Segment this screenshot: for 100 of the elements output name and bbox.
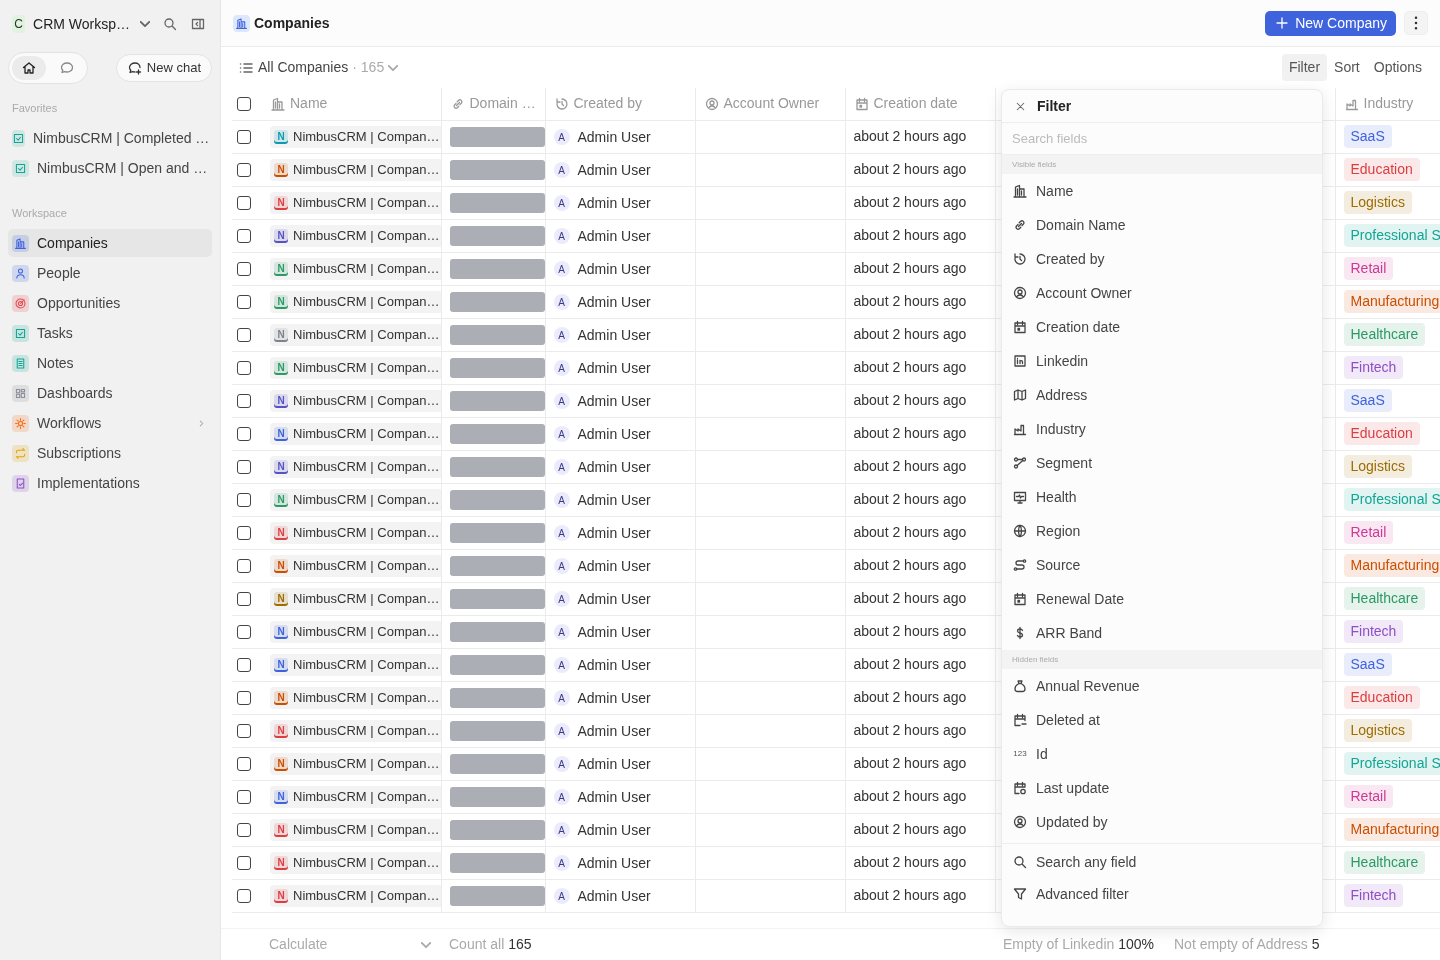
company-avatar: N (274, 360, 288, 375)
checkbox[interactable] (237, 492, 251, 507)
company-chip[interactable]: N NimbusCRM | Compan… (270, 753, 440, 775)
filter-action[interactable]: Search any field (1002, 846, 1322, 878)
new-company-button[interactable]: New Company (1265, 10, 1396, 36)
checkbox[interactable] (237, 393, 251, 408)
company-chip[interactable]: N NimbusCRM | Compan… (270, 291, 440, 313)
company-chip[interactable]: N NimbusCRM | Compan… (270, 489, 440, 511)
checkbox[interactable] (237, 525, 251, 540)
more-button[interactable] (1404, 11, 1428, 35)
field-option[interactable]: Created by (1002, 242, 1322, 276)
checkbox[interactable] (237, 129, 251, 144)
company-chip[interactable]: N NimbusCRM | Compan… (270, 324, 440, 346)
table-cell-text: Admin User (577, 886, 651, 906)
workspace-dropdown[interactable] (138, 19, 152, 29)
nav-item[interactable]: Tasks (8, 319, 212, 347)
company-chip[interactable]: N NimbusCRM | Compan… (270, 852, 440, 874)
checkbox[interactable] (237, 162, 251, 177)
field-option[interactable]: Region (1002, 514, 1322, 548)
field-option[interactable]: ARR Band (1002, 616, 1322, 650)
company-chip[interactable]: N NimbusCRM | Compan… (270, 885, 440, 907)
table-cell-text: Admin User (577, 259, 651, 279)
field-option[interactable]: Name (1002, 174, 1322, 208)
checkbox[interactable] (237, 723, 251, 738)
company-chip[interactable]: N NimbusCRM | Compan… (270, 720, 440, 742)
company-avatar: N (274, 459, 288, 474)
table-cell: about 2 hours ago (853, 491, 967, 507)
company-chip[interactable]: N NimbusCRM | Compan… (270, 588, 440, 610)
checkbox[interactable] (237, 558, 251, 573)
field-option[interactable]: Annual Revenue (1002, 669, 1322, 703)
company-chip[interactable]: N NimbusCRM | Compan… (270, 687, 440, 709)
company-chip[interactable]: N NimbusCRM | Compan… (270, 225, 440, 247)
company-chip[interactable]: N NimbusCRM | Compan… (270, 456, 440, 478)
company-chip[interactable]: N NimbusCRM | Compan… (270, 258, 440, 280)
field-option[interactable]: Deleted at (1002, 703, 1322, 737)
checkbox[interactable] (237, 261, 251, 276)
company-chip[interactable]: N NimbusCRM | Compan… (270, 786, 440, 808)
view-action-button[interactable]: Filter (1281, 54, 1328, 81)
field-option[interactable]: Account Owner (1002, 276, 1322, 310)
nav-item[interactable]: Opportunities (8, 289, 212, 317)
checkbox[interactable] (237, 96, 251, 111)
field-option[interactable]: Source (1002, 548, 1322, 582)
company-chip[interactable]: N NimbusCRM | Compan… (270, 621, 440, 643)
nav-item[interactable]: Dashboards (8, 379, 212, 407)
checkbox[interactable] (237, 228, 251, 243)
checkbox[interactable] (237, 327, 251, 342)
field-option[interactable]: Renewal Date (1002, 582, 1322, 616)
checkbox[interactable] (237, 426, 251, 441)
field-option[interactable]: Segment (1002, 446, 1322, 480)
home-tab[interactable] (12, 56, 46, 80)
favorite-item[interactable]: NimbusCRM | Completed … (8, 124, 212, 153)
checkbox[interactable] (237, 360, 251, 375)
company-chip[interactable]: N NimbusCRM | Compan… (270, 423, 440, 445)
field-option[interactable]: Health (1002, 480, 1322, 514)
checkbox[interactable] (237, 657, 251, 672)
view-action-button[interactable]: Sort (1327, 54, 1367, 81)
checkbox[interactable] (237, 459, 251, 474)
nav-item[interactable]: Implementations (8, 469, 212, 497)
field-option[interactable]: Industry (1002, 412, 1322, 446)
favorite-item[interactable]: NimbusCRM | Open and … (8, 154, 212, 183)
field-option[interactable]: Domain Name (1002, 208, 1322, 242)
company-chip[interactable]: N NimbusCRM | Compan… (270, 654, 440, 676)
company-chip[interactable]: N NimbusCRM | Compan… (270, 126, 440, 148)
nav-item[interactable]: Workflows (8, 409, 212, 437)
field-option[interactable]: 123 Id (1002, 737, 1322, 771)
field-option[interactable]: Last update (1002, 771, 1322, 805)
field-option[interactable]: Linkedin (1002, 344, 1322, 378)
company-chip[interactable]: N NimbusCRM | Compan… (270, 555, 440, 577)
checkbox[interactable] (237, 855, 251, 870)
view-action-button[interactable]: Options (1366, 54, 1429, 81)
company-avatar: N (274, 195, 288, 210)
industry-tag: Education (1343, 686, 1420, 709)
nav-item[interactable]: Subscriptions (8, 439, 212, 467)
checkbox[interactable] (237, 822, 251, 837)
checkbox[interactable] (237, 294, 251, 309)
company-chip[interactable]: N NimbusCRM | Compan… (270, 159, 440, 181)
new-chat-button[interactable]: New chat (115, 54, 212, 82)
company-chip[interactable]: N NimbusCRM | Compan… (270, 357, 440, 379)
field-option[interactable]: Creation date (1002, 310, 1322, 344)
view-selector[interactable]: All Companies · 165 (258, 57, 399, 78)
checkbox[interactable] (237, 624, 251, 639)
nav-item[interactable]: People (8, 259, 212, 287)
company-chip[interactable]: N NimbusCRM | Compan… (270, 819, 440, 841)
checkbox[interactable] (237, 591, 251, 606)
industry-tag: Fintech (1343, 620, 1404, 643)
checkbox[interactable] (237, 756, 251, 771)
table-cell: about 2 hours ago (853, 128, 967, 144)
company-chip[interactable]: N NimbusCRM | Compan… (270, 192, 440, 214)
checkbox[interactable] (237, 195, 251, 210)
company-chip[interactable]: N NimbusCRM | Compan… (270, 522, 440, 544)
nav-item[interactable]: Notes (8, 349, 212, 377)
checkbox[interactable] (237, 690, 251, 705)
field-option[interactable]: Address (1002, 378, 1322, 412)
filter-action[interactable]: Advanced filter (1002, 878, 1322, 910)
checkbox[interactable] (237, 888, 251, 903)
workspace-logo[interactable]: C (12, 15, 26, 33)
field-option[interactable]: Updated by (1002, 805, 1322, 839)
checkbox[interactable] (237, 789, 251, 804)
company-chip[interactable]: N NimbusCRM | Compan… (270, 390, 440, 412)
nav-item[interactable]: Companies (8, 229, 212, 257)
